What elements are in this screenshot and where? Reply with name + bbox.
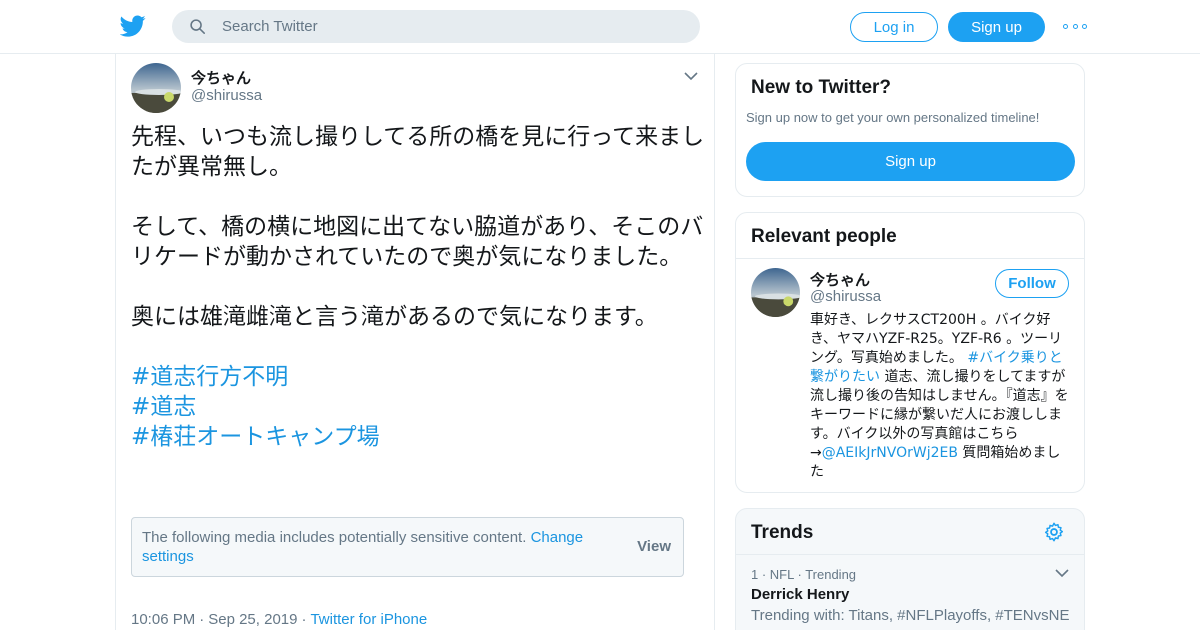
top-navigation-bar: Log in Sign up <box>0 0 1200 54</box>
tweet-metadata: 10:06 PM · Sep 25, 2019 · Twitter for iPhone <box>131 611 428 628</box>
hashtag-link[interactable]: #道志行方不明 <box>131 362 706 392</box>
trend-context: 1 · NFL · Trending <box>751 567 857 582</box>
chevron-down-icon[interactable] <box>1054 567 1070 579</box>
tweet-text: 先程、いつも流し撮りしてる所の橋を見に行って来ましたが異常無し。 そして、橋の横… <box>131 122 706 452</box>
more-dots-icon[interactable] <box>1063 18 1087 34</box>
trend-name-link[interactable]: Derrick Henry <box>751 586 849 603</box>
hashtag-link[interactable]: #道志 <box>131 392 706 422</box>
tweet-permalink: 今ちゃん @shirussa 先程、いつも流し撮りしてる所の橋を見に行って来まし… <box>115 54 715 630</box>
gear-icon[interactable] <box>1043 521 1065 543</box>
dot <box>1063 23 1068 29</box>
person-name[interactable]: 今ちゃん <box>810 269 870 290</box>
avatar-image <box>751 268 800 317</box>
trend-category: NFL <box>769 567 794 582</box>
twitter-bird-icon[interactable] <box>120 13 146 39</box>
follow-button[interactable]: Follow <box>995 269 1069 298</box>
avatar[interactable] <box>751 268 800 317</box>
person-bio: 車好き、レクサスCT200H 。バイク好き、ヤマハYZF-R25。YZF-R6 … <box>810 311 1072 482</box>
avatar[interactable] <box>131 63 181 113</box>
sign-up-button[interactable]: Sign up <box>948 12 1045 42</box>
card-subtitle: Sign up now to get your own personalized… <box>746 110 1040 125</box>
author-name[interactable]: 今ちゃん <box>191 67 251 88</box>
card-title: New to Twitter? <box>751 77 892 98</box>
sensitive-media-warning: The following media includes potentially… <box>131 517 684 577</box>
sensitive-message: The following media includes potentially… <box>142 528 612 566</box>
dot <box>1072 23 1078 29</box>
trend-rank: 1 <box>751 567 759 582</box>
log-in-button[interactable]: Log in <box>850 12 938 42</box>
trend-related: Trending with: Titans, #NFLPlayoffs, #TE… <box>751 607 1070 624</box>
bio-mention-link[interactable]: @AEIkJrNVOrWj2EB <box>822 445 958 461</box>
card-title: Trends <box>751 522 814 543</box>
person-handle[interactable]: @shirussa <box>810 288 881 305</box>
trends-card: Trends 1 · NFL · Trending Derrick Henry … <box>735 508 1085 630</box>
search-icon <box>190 19 206 35</box>
card-title: Relevant people <box>751 226 897 247</box>
sign-up-button[interactable]: Sign up <box>746 142 1075 181</box>
tweet-source-link[interactable]: Twitter for iPhone <box>310 611 427 628</box>
dot <box>1082 23 1087 29</box>
tweet-paragraph: 奥には雄滝雌滝と言う滝があるので気になります。 <box>131 304 658 330</box>
search-box[interactable] <box>172 10 700 43</box>
tweet-time[interactable]: 10:06 PM <box>131 611 195 628</box>
divider <box>736 554 1084 555</box>
hashtag-link[interactable]: #椿荘オートキャンプ場 <box>131 422 706 452</box>
view-media-button[interactable]: View <box>637 538 671 555</box>
tweet-paragraph: 先程、いつも流し撮りしてる所の橋を見に行って来ましたが異常無し。 <box>131 124 705 180</box>
chevron-down-icon[interactable] <box>683 70 699 82</box>
tweet-paragraph: そして、橋の横に地図に出てない脇道があり、そこのバリケードが動かされていたので奥… <box>131 214 704 270</box>
avatar-image <box>131 63 181 113</box>
search-input[interactable] <box>222 10 682 43</box>
trend-status: Trending <box>805 567 857 582</box>
new-to-twitter-card: New to Twitter? Sign up now to get your … <box>735 63 1085 197</box>
divider <box>736 258 1084 259</box>
sensitive-text: The following media includes potentially… <box>142 529 527 546</box>
author-handle[interactable]: @shirussa <box>191 87 262 104</box>
relevant-people-card: Relevant people 今ちゃん @shirussa Follow 車好… <box>735 212 1085 493</box>
tweet-date[interactable]: Sep 25, 2019 <box>208 611 297 628</box>
